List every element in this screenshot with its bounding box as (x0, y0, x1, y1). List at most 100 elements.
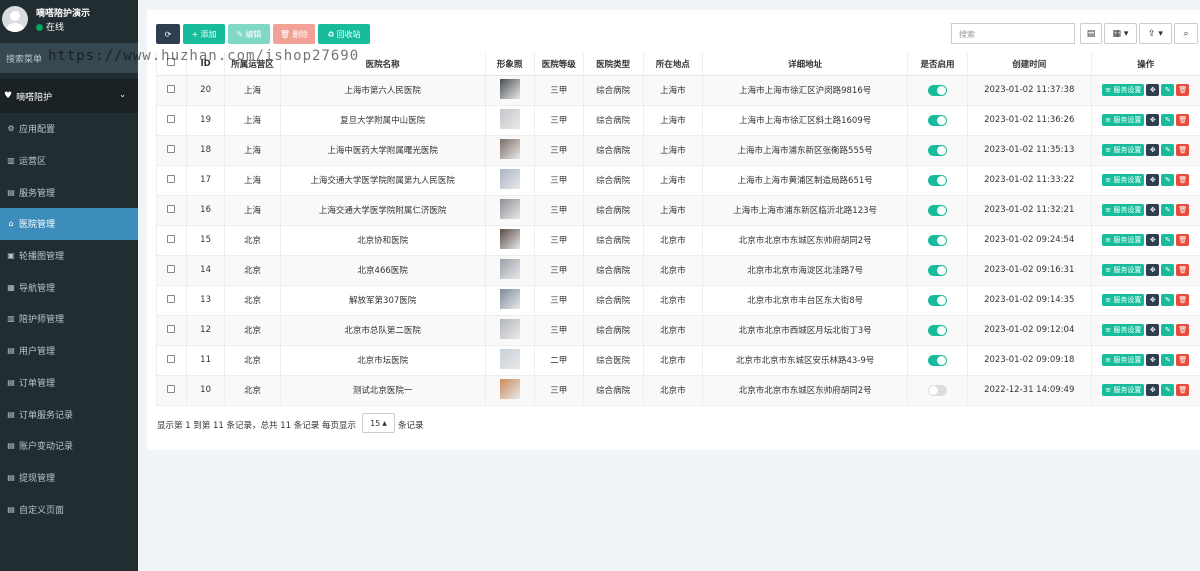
menu-group-didi[interactable]: ♥ 嘀嗒陪护 ⌄ (0, 79, 138, 113)
service-settings-button[interactable]: ≡ 服务设置 (1102, 324, 1145, 336)
drag-move-button[interactable]: ✥ (1146, 204, 1160, 216)
row-edit-button[interactable]: ✎ (1161, 264, 1175, 276)
service-settings-button[interactable]: ≡ 服务设置 (1102, 384, 1145, 396)
service-settings-button[interactable]: ≡ 服务设置 (1102, 144, 1145, 156)
hospital-thumbnail[interactable] (499, 288, 520, 309)
table-row[interactable]: 12 北京 北京市总队第二医院 三甲 综合病院 北京市 北京市北京市西城区月坛北街丁3号 20… (156, 315, 1200, 346)
table-row[interactable]: 16 上海 上海交通大学医学院附属仁济医院 三甲 综合病院 上海市 上海市上海市浦东新区临沂… (156, 195, 1200, 226)
hospital-thumbnail[interactable] (499, 258, 520, 279)
table-row[interactable]: 18 上海 上海中医药大学附属曙光医院 三甲 综合病院 上海市 上海市上海市浦东新区张衡路5… (156, 135, 1200, 166)
hospital-thumbnail[interactable] (499, 78, 520, 99)
enabled-toggle[interactable] (927, 324, 947, 336)
drag-move-button[interactable]: ✥ (1146, 324, 1160, 336)
hospital-thumbnail[interactable] (499, 108, 520, 129)
add-button[interactable]: + 添加 (183, 24, 225, 44)
page-size-select[interactable]: 15 ▲ (362, 413, 395, 433)
row-checkbox[interactable] (167, 294, 176, 303)
row-delete-button[interactable]: 🗑 (1176, 354, 1190, 366)
columns-button[interactable]: ▦ ▾ (1104, 23, 1137, 44)
table-row[interactable]: 13 北京 解放军第307医院 三甲 综合病院 北京市 北京市北京市丰台区东大街8号 2023… (156, 285, 1200, 316)
enabled-toggle[interactable] (927, 234, 947, 246)
row-edit-button[interactable]: ✎ (1161, 114, 1175, 126)
row-checkbox-cell[interactable] (156, 195, 187, 226)
row-delete-button[interactable]: 🗑 (1176, 204, 1190, 216)
hospital-thumbnail[interactable] (499, 378, 520, 399)
row-delete-button[interactable]: 🗑 (1176, 384, 1190, 396)
drag-move-button[interactable]: ✥ (1146, 354, 1160, 366)
enabled-toggle[interactable] (927, 294, 947, 306)
row-checkbox-cell[interactable] (156, 285, 187, 316)
row-edit-button[interactable]: ✎ (1161, 174, 1175, 186)
service-settings-button[interactable]: ≡ 服务设置 (1102, 204, 1145, 216)
enabled-toggle[interactable] (927, 384, 947, 396)
hospital-thumbnail[interactable] (499, 228, 520, 249)
sidebar-item[interactable]: ▤ 订单管理 (0, 367, 138, 399)
row-edit-button[interactable]: ✎ (1161, 294, 1175, 306)
hospital-thumbnail[interactable] (499, 198, 520, 219)
row-edit-button[interactable]: ✎ (1161, 234, 1175, 246)
delete-button[interactable]: 🗑 删除 (273, 24, 315, 44)
table-row[interactable]: 17 上海 上海交通大学医学院附属第九人民医院 三甲 综合病院 上海市 上海市上海市黄浦区制… (156, 165, 1200, 196)
row-checkbox[interactable] (167, 144, 176, 153)
row-checkbox-cell[interactable] (156, 165, 187, 196)
row-delete-button[interactable]: 🗑 (1176, 264, 1190, 276)
row-checkbox[interactable] (167, 264, 176, 273)
service-settings-button[interactable]: ≡ 服务设置 (1102, 84, 1145, 96)
service-settings-button[interactable]: ≡ 服务设置 (1102, 264, 1145, 276)
enabled-toggle[interactable] (927, 84, 947, 96)
enabled-toggle[interactable] (927, 174, 947, 186)
row-checkbox-cell[interactable] (156, 375, 187, 406)
sidebar-item[interactable]: ⌂ 医院管理 (0, 208, 138, 240)
row-delete-button[interactable]: 🗑 (1176, 144, 1190, 156)
row-edit-button[interactable]: ✎ (1161, 324, 1175, 336)
service-settings-button[interactable]: ≡ 服务设置 (1102, 354, 1145, 366)
service-settings-button[interactable]: ≡ 服务设置 (1102, 114, 1145, 126)
drag-move-button[interactable]: ✥ (1146, 384, 1160, 396)
table-row[interactable]: 20 上海 上海市第六人民医院 三甲 综合病院 上海市 上海市上海市徐汇区沪闵路9816号 2… (156, 75, 1200, 106)
recycle-button[interactable]: ♻ 回收站 (318, 24, 370, 44)
row-edit-button[interactable]: ✎ (1161, 144, 1175, 156)
sidebar-item[interactable]: ▤ 服务管理 (0, 176, 138, 208)
table-row[interactable]: 11 北京 北京市坛医院 二甲 综合医院 北京市 北京市北京市东城区安乐林路43-9号 202… (156, 345, 1200, 376)
export-button[interactable]: ⇪ ▾ (1139, 23, 1172, 44)
row-delete-button[interactable]: 🗑 (1176, 174, 1190, 186)
drag-move-button[interactable]: ✥ (1146, 294, 1160, 306)
drag-move-button[interactable]: ✥ (1146, 84, 1160, 96)
sidebar-item[interactable]: ▤ 用户管理 (0, 335, 138, 367)
row-checkbox-cell[interactable] (156, 225, 187, 256)
drag-move-button[interactable]: ✥ (1146, 264, 1160, 276)
row-delete-button[interactable]: 🗑 (1176, 294, 1190, 306)
refresh-button[interactable]: ⟳ (156, 24, 180, 44)
row-checkbox[interactable] (167, 204, 176, 213)
row-checkbox-cell[interactable] (156, 75, 187, 106)
row-edit-button[interactable]: ✎ (1161, 204, 1175, 216)
row-edit-button[interactable]: ✎ (1161, 384, 1175, 396)
sidebar-item[interactable]: ▥ 运营区 (0, 145, 138, 177)
row-checkbox-cell[interactable] (156, 105, 187, 136)
drag-move-button[interactable]: ✥ (1146, 234, 1160, 246)
drag-move-button[interactable]: ✥ (1146, 174, 1160, 186)
sidebar-item[interactable]: ▦ 导航管理 (0, 271, 138, 303)
row-checkbox[interactable] (167, 354, 176, 363)
sidebar-item[interactable]: ▤ 账户变动记录 (0, 430, 138, 462)
table-row[interactable]: 14 北京 北京466医院 三甲 综合病院 北京市 北京市北京市海淀区北洼路7号 2023-0… (156, 255, 1200, 286)
hospital-thumbnail[interactable] (499, 318, 520, 339)
search-toggle-button[interactable]: ⌕ (1174, 23, 1198, 44)
sidebar-item[interactable]: ▥ 陪护师管理 (0, 303, 138, 335)
sidebar-item[interactable]: ▤ 订单服务记录 (0, 398, 138, 430)
row-checkbox-cell[interactable] (156, 315, 187, 346)
table-row[interactable]: 15 北京 北京协和医院 三甲 综合病院 北京市 北京市北京市东城区东帅府胡同2号 2023-… (156, 225, 1200, 256)
row-checkbox[interactable] (167, 384, 176, 393)
row-edit-button[interactable]: ✎ (1161, 354, 1175, 366)
hospital-thumbnail[interactable] (499, 168, 520, 189)
service-settings-button[interactable]: ≡ 服务设置 (1102, 234, 1145, 246)
table-row[interactable]: 19 上海 复旦大学附属中山医院 三甲 综合病院 上海市 上海市上海市徐汇区斜土路1609号… (156, 105, 1200, 136)
service-settings-button[interactable]: ≡ 服务设置 (1102, 174, 1145, 186)
edit-button[interactable]: ✎ 编辑 (228, 24, 270, 44)
row-checkbox-cell[interactable] (156, 345, 187, 376)
drag-move-button[interactable]: ✥ (1146, 144, 1160, 156)
enabled-toggle[interactable] (927, 354, 947, 366)
sidebar-item[interactable]: ▤ 自定义页面 (0, 493, 138, 525)
hospital-thumbnail[interactable] (499, 138, 520, 159)
row-delete-button[interactable]: 🗑 (1176, 324, 1190, 336)
